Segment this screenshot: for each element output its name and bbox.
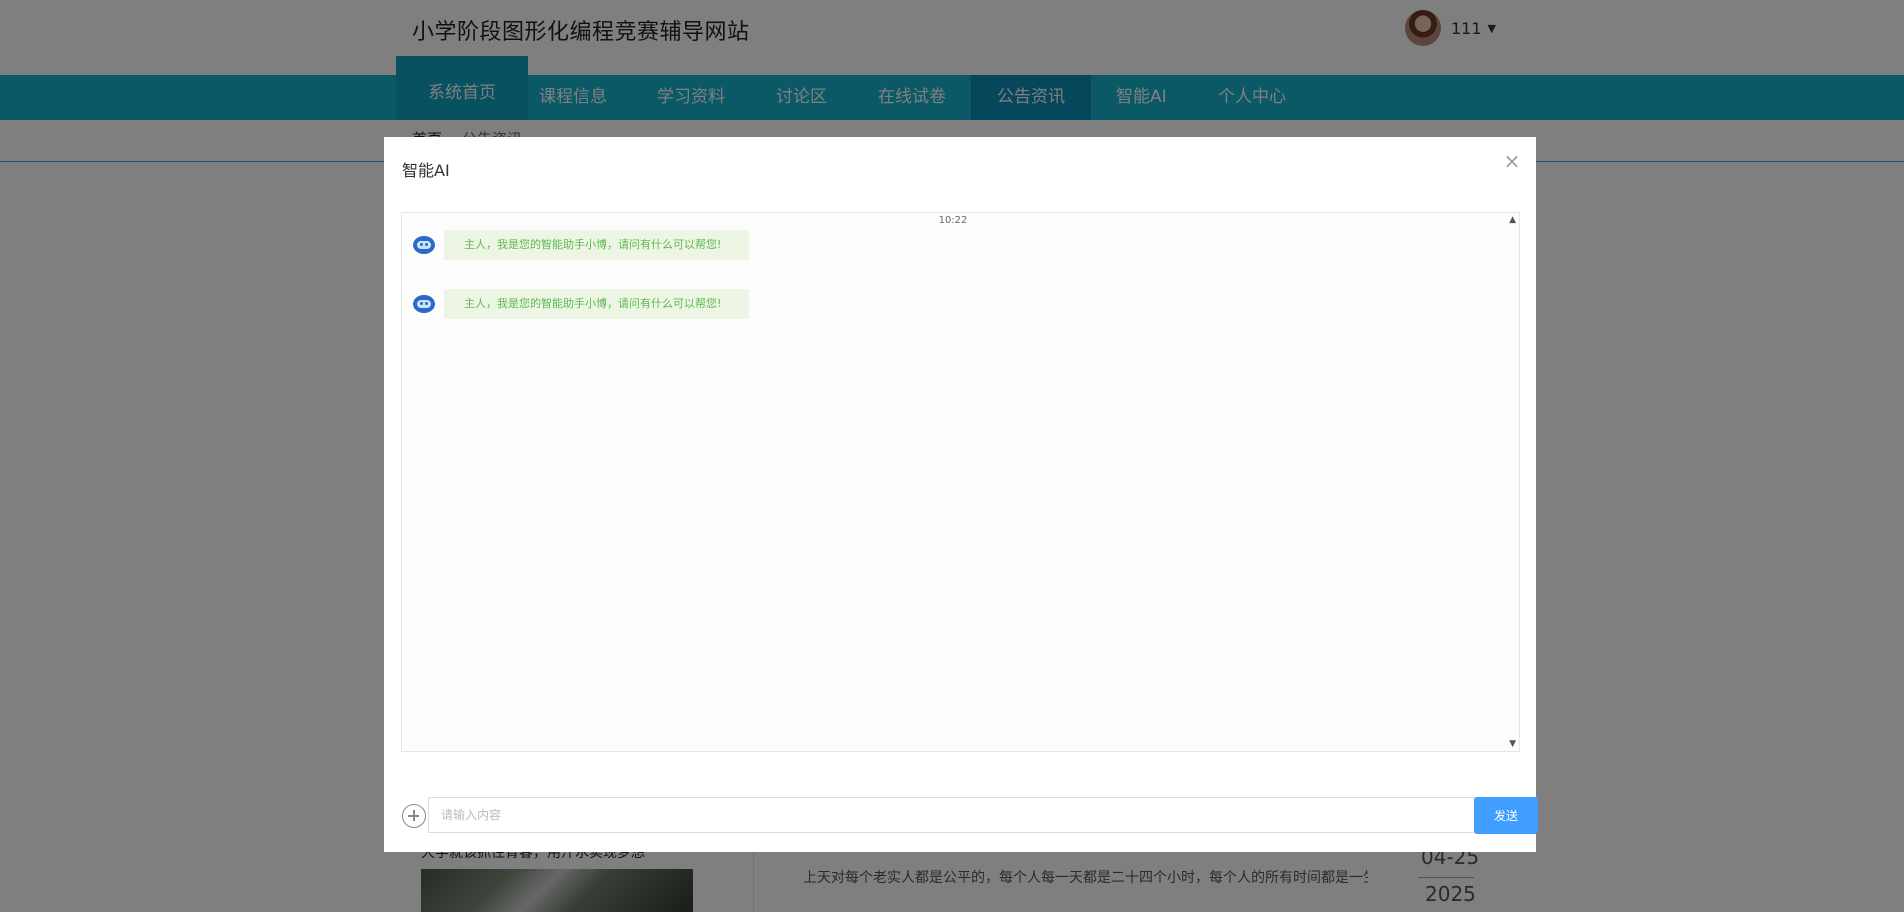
- robot-icon: [412, 233, 436, 257]
- plus-circle-icon[interactable]: [402, 804, 426, 828]
- chat-history[interactable]: 10:22 ▲ 主人，我是您的智能助手小博，请问有什么可以帮您! 主人，我是您的…: [401, 212, 1520, 752]
- scroll-up-icon[interactable]: ▲: [1509, 215, 1516, 225]
- scroll-down-icon[interactable]: ▼: [1509, 739, 1516, 749]
- send-button[interactable]: 发送: [1474, 797, 1538, 834]
- message-bubble: 主人，我是您的智能助手小博，请问有什么可以帮您!: [444, 230, 750, 260]
- message-bubble: 主人，我是您的智能助手小博，请问有什么可以帮您!: [444, 289, 750, 319]
- robot-icon: [412, 292, 436, 316]
- chat-input-row: 发送: [402, 797, 1538, 834]
- chat-message: 主人，我是您的智能助手小博，请问有什么可以帮您!: [412, 289, 750, 319]
- ai-chat-dialog: 智能AI × 10:22 ▲ 主人，我是您的智能助手小博，请问有什么可以帮您! …: [384, 137, 1538, 852]
- chat-message: 主人，我是您的智能助手小博，请问有什么可以帮您!: [412, 230, 750, 260]
- dialog-title: 智能AI: [402, 161, 450, 180]
- close-icon[interactable]: ×: [1502, 151, 1522, 171]
- message-input[interactable]: [428, 797, 1486, 833]
- chat-timestamp: 10:22: [938, 215, 968, 226]
